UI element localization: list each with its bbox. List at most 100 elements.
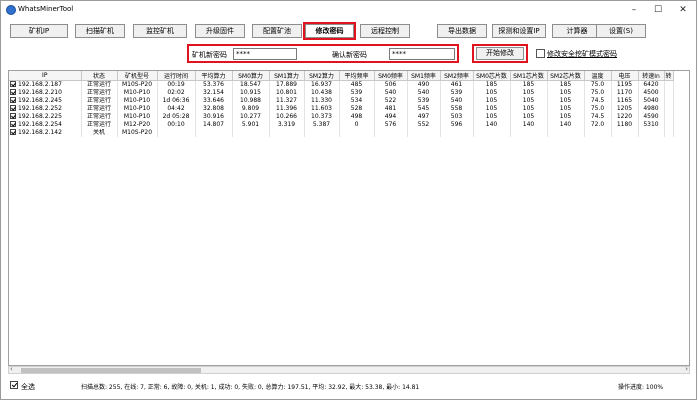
export-data-button[interactable]: 导出数据 bbox=[437, 24, 487, 38]
scan-miners-button[interactable]: 扫描矿机 bbox=[75, 24, 125, 38]
table-cell: 539 bbox=[440, 89, 474, 97]
table-cell: 485 bbox=[339, 80, 375, 89]
row-checkbox[interactable] bbox=[10, 121, 16, 127]
scrollbar-thumb[interactable] bbox=[21, 368, 201, 373]
row-checkbox[interactable] bbox=[10, 129, 16, 135]
table-cell bbox=[547, 129, 585, 137]
window-title: WhatsMinerTool bbox=[18, 5, 74, 13]
table-cell: 10.988 bbox=[232, 97, 270, 105]
table-cell: 497 bbox=[407, 113, 441, 121]
safe-mode-checkbox[interactable] bbox=[536, 49, 545, 58]
table-row[interactable]: 192.168.2.187 正常运行 M10S-P20 00:19 53.376 18.5… bbox=[9, 80, 674, 89]
table-cell: 正常运行 bbox=[81, 80, 118, 89]
select-all-label[interactable]: 全选 bbox=[21, 382, 35, 392]
column-header[interactable]: SM1芯片数 bbox=[510, 71, 548, 81]
ip-text: 192.168.2.252 bbox=[18, 105, 62, 112]
row-checkbox[interactable] bbox=[10, 81, 16, 87]
column-header[interactable]: SM0算力 bbox=[232, 71, 270, 81]
upgrade-firmware-button[interactable]: 升级固件 bbox=[195, 24, 245, 38]
table-row[interactable]: 192.168.2.225 正常运行 M10-P10 2d 05:28 30.916 10… bbox=[9, 113, 674, 121]
column-header[interactable]: 平均频率 bbox=[339, 71, 375, 81]
table-cell: 75.0 bbox=[584, 80, 612, 89]
monitor-miners-button[interactable]: 监控矿机 bbox=[133, 24, 187, 38]
confirm-password-label: 确认新密码 bbox=[332, 51, 367, 59]
table-cell: 490 bbox=[407, 80, 441, 89]
scroll-left-icon[interactable]: ‹ bbox=[10, 365, 13, 373]
change-password-button[interactable]: 修改密码 bbox=[303, 22, 356, 40]
table-cell bbox=[664, 121, 674, 129]
maximize-button[interactable]: ☐ bbox=[648, 3, 668, 17]
column-header[interactable]: 平均算力 bbox=[195, 71, 233, 81]
table-cell: M10-P10 bbox=[117, 89, 158, 97]
table-cell: 72.0 bbox=[584, 121, 612, 129]
table-row[interactable]: 192.168.2.252 正常运行 M10-P10 04:42 32.808 9.809… bbox=[9, 105, 674, 113]
detect-set-ip-button[interactable]: 探测和设置IP bbox=[492, 24, 546, 38]
confirm-password-input[interactable] bbox=[389, 48, 455, 60]
table-cell bbox=[440, 129, 474, 137]
ip-text: 192.168.2.254 bbox=[18, 121, 62, 128]
row-checkbox[interactable] bbox=[10, 97, 16, 103]
config-pool-button[interactable]: 配置矿池 bbox=[252, 24, 302, 38]
table-cell bbox=[195, 129, 233, 137]
table-cell: 1170 bbox=[611, 89, 639, 97]
minimize-button[interactable]: – bbox=[624, 3, 644, 17]
table-row[interactable]: 192.168.2.210 正常运行 M10-P10 02:02 32.154 10.91… bbox=[9, 89, 674, 97]
column-header[interactable]: 矿机型号 bbox=[117, 71, 158, 81]
column-header[interactable]: SM1算力 bbox=[269, 71, 305, 81]
table-cell: 503 bbox=[440, 113, 474, 121]
table-cell: 32.808 bbox=[195, 105, 233, 113]
column-header[interactable]: 运行时间 bbox=[157, 71, 196, 81]
ip-cell: 192.168.2.225 bbox=[9, 113, 82, 121]
table-row[interactable]: 192.168.2.142 关机 M10S-P20 bbox=[9, 129, 674, 137]
column-header[interactable]: SM2频率 bbox=[440, 71, 474, 81]
scroll-right-icon[interactable]: › bbox=[685, 365, 688, 373]
table-cell bbox=[611, 129, 639, 137]
column-header[interactable]: 温度 bbox=[584, 71, 612, 81]
select-all-checkbox[interactable] bbox=[10, 381, 18, 389]
settings-button[interactable]: 设置(S) bbox=[596, 24, 646, 38]
column-header[interactable]: 状态 bbox=[81, 71, 118, 81]
column-header[interactable]: 电压 bbox=[611, 71, 639, 81]
column-header[interactable]: SM2芯片数 bbox=[547, 71, 585, 81]
safe-mode-label[interactable]: 修改安全挖矿模式密码 bbox=[547, 49, 617, 59]
table-cell bbox=[157, 129, 196, 137]
column-header[interactable]: IP bbox=[9, 71, 82, 81]
column-header[interactable]: 转速In bbox=[638, 71, 665, 81]
table-cell: 6420 bbox=[638, 80, 665, 89]
ip-cell: 192.168.2.142 bbox=[9, 129, 82, 137]
ip-text: 192.168.2.187 bbox=[18, 81, 62, 88]
miner-ip-button[interactable]: 矿机IP bbox=[10, 24, 68, 38]
table-cell: 3.319 bbox=[269, 121, 305, 129]
table-row[interactable]: 192.168.2.245 正常运行 M10-P10 1d 06:36 33.646 10… bbox=[9, 97, 674, 105]
table-cell bbox=[407, 129, 441, 137]
table-cell: 539 bbox=[339, 89, 375, 97]
table-cell: 5.901 bbox=[232, 121, 270, 129]
column-header[interactable]: 转 bbox=[664, 71, 674, 81]
table-cell: 02:02 bbox=[157, 89, 196, 97]
column-header[interactable]: SM2算力 bbox=[304, 71, 340, 81]
remote-control-button[interactable]: 远程控制 bbox=[360, 24, 410, 38]
column-header[interactable]: SM0频率 bbox=[374, 71, 408, 81]
table-cell: 1195 bbox=[611, 80, 639, 89]
table-cell bbox=[664, 129, 674, 137]
row-checkbox[interactable] bbox=[10, 105, 16, 111]
table-cell: 140 bbox=[510, 121, 548, 129]
table-cell: 11.330 bbox=[304, 97, 340, 105]
table-cell: 185 bbox=[473, 80, 511, 89]
row-checkbox[interactable] bbox=[10, 89, 16, 95]
close-button[interactable]: ✕ bbox=[673, 3, 693, 17]
table-cell: 494 bbox=[374, 113, 408, 121]
horizontal-scrollbar[interactable]: ‹ › bbox=[8, 365, 690, 374]
table-cell: 140 bbox=[473, 121, 511, 129]
start-change-button[interactable]: 开始修改 bbox=[476, 47, 524, 60]
calculator-button[interactable]: 计算器 bbox=[552, 24, 602, 38]
new-password-input[interactable] bbox=[233, 48, 297, 60]
column-header[interactable]: SM1频率 bbox=[407, 71, 441, 81]
column-header[interactable]: SM0芯片数 bbox=[473, 71, 511, 81]
row-checkbox[interactable] bbox=[10, 113, 16, 119]
table-row[interactable]: 192.168.2.254 正常运行 M12-P20 00:10 14.807 5.901… bbox=[9, 121, 674, 129]
table-cell: 105 bbox=[547, 113, 585, 121]
table-cell: 522 bbox=[374, 97, 408, 105]
table-cell: 11.327 bbox=[269, 97, 305, 105]
table-cell: M10S-P20 bbox=[117, 129, 158, 137]
